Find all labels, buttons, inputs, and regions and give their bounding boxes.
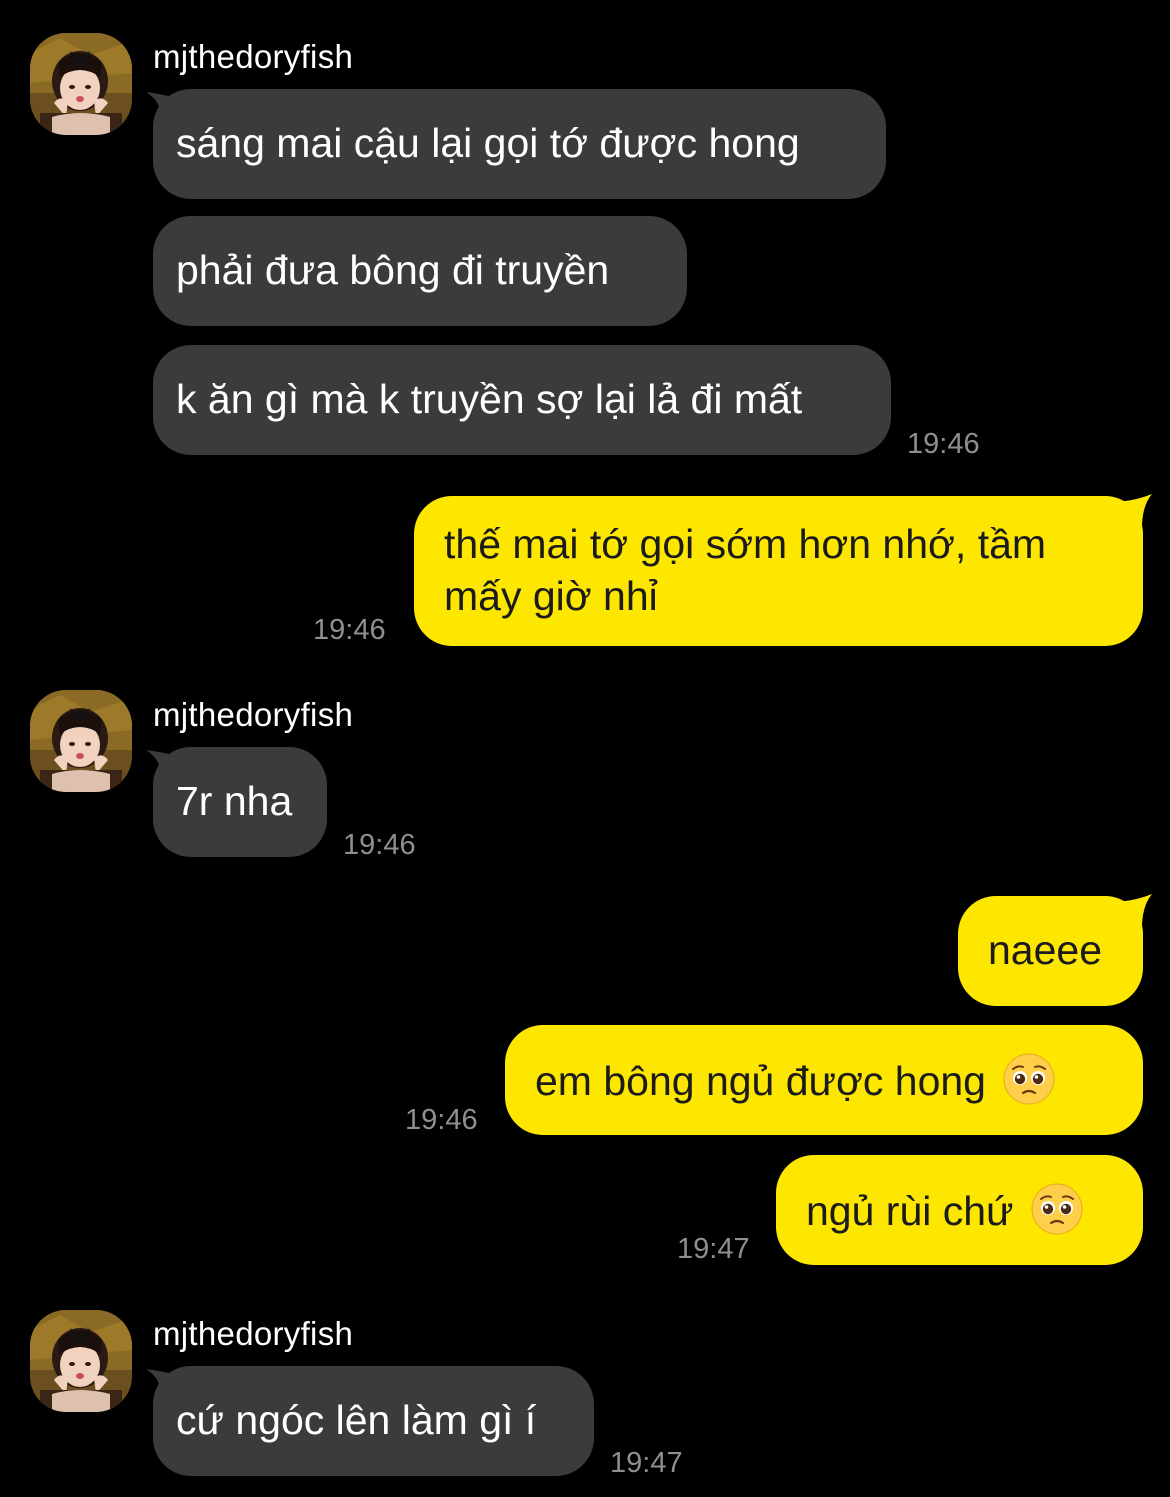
message-timestamp: 19:46	[343, 829, 416, 861]
message-text: 7r nha	[176, 778, 293, 824]
message-bubble-outgoing[interactable]: thế mai tớ gọi sớm hơn nhớ, tầm mấy giờ …	[414, 496, 1143, 646]
message-bubble-incoming[interactable]: k ăn gì mà k truyền sợ lại lả đi mất	[153, 345, 891, 455]
pleading-face-icon	[1031, 1183, 1083, 1235]
message-bubble-outgoing[interactable]: em bông ngủ được hong	[505, 1025, 1143, 1135]
avatar-image	[30, 690, 132, 792]
message-bubble-incoming[interactable]: phải đưa bông đi truyền	[153, 216, 687, 326]
message-text: sáng mai cậu lại gọi tớ được hong	[176, 120, 800, 166]
pleading-face-icon	[1003, 1053, 1055, 1105]
avatar-image	[30, 33, 132, 135]
sender-name: mjthedoryfish	[153, 696, 354, 733]
message-text: phải đưa bông đi truyền	[176, 247, 610, 293]
avatar[interactable]	[30, 33, 132, 135]
message-timestamp: 19:46	[907, 428, 980, 460]
message-text: ngủ rùi chứ	[806, 1188, 1014, 1234]
avatar[interactable]	[30, 690, 132, 792]
message-timestamp: 19:46	[405, 1104, 478, 1136]
message-text-line: thế mai tớ gọi sớm hơn nhớ, tầm	[444, 521, 1047, 567]
message-text-line: mấy giờ nhỉ	[444, 573, 658, 619]
message-timestamp: 19:47	[677, 1233, 750, 1265]
message-bubble-incoming[interactable]: 7r nha	[153, 747, 327, 857]
avatar-image	[30, 1310, 132, 1412]
message-bubble-incoming[interactable]: cứ ngóc lên làm gì í	[153, 1366, 594, 1476]
message-bubble-outgoing[interactable]: naeee	[958, 896, 1143, 1006]
message-bubble-outgoing[interactable]: ngủ rùi chứ	[776, 1155, 1143, 1265]
sender-name: mjthedoryfish	[153, 1315, 354, 1352]
sender-name: mjthedoryfish	[153, 38, 354, 75]
message-bubble-incoming[interactable]: sáng mai cậu lại gọi tớ được hong	[153, 89, 886, 199]
message-text: em bông ngủ được hong	[535, 1058, 986, 1104]
avatar[interactable]	[30, 1310, 132, 1412]
message-timestamp: 19:46	[313, 614, 386, 646]
message-text: naeee	[988, 927, 1103, 973]
message-timestamp: 19:47	[610, 1447, 683, 1479]
message-text: cứ ngóc lên làm gì í	[176, 1397, 537, 1443]
message-text: k ăn gì mà k truyền sợ lại lả đi mất	[176, 376, 803, 422]
